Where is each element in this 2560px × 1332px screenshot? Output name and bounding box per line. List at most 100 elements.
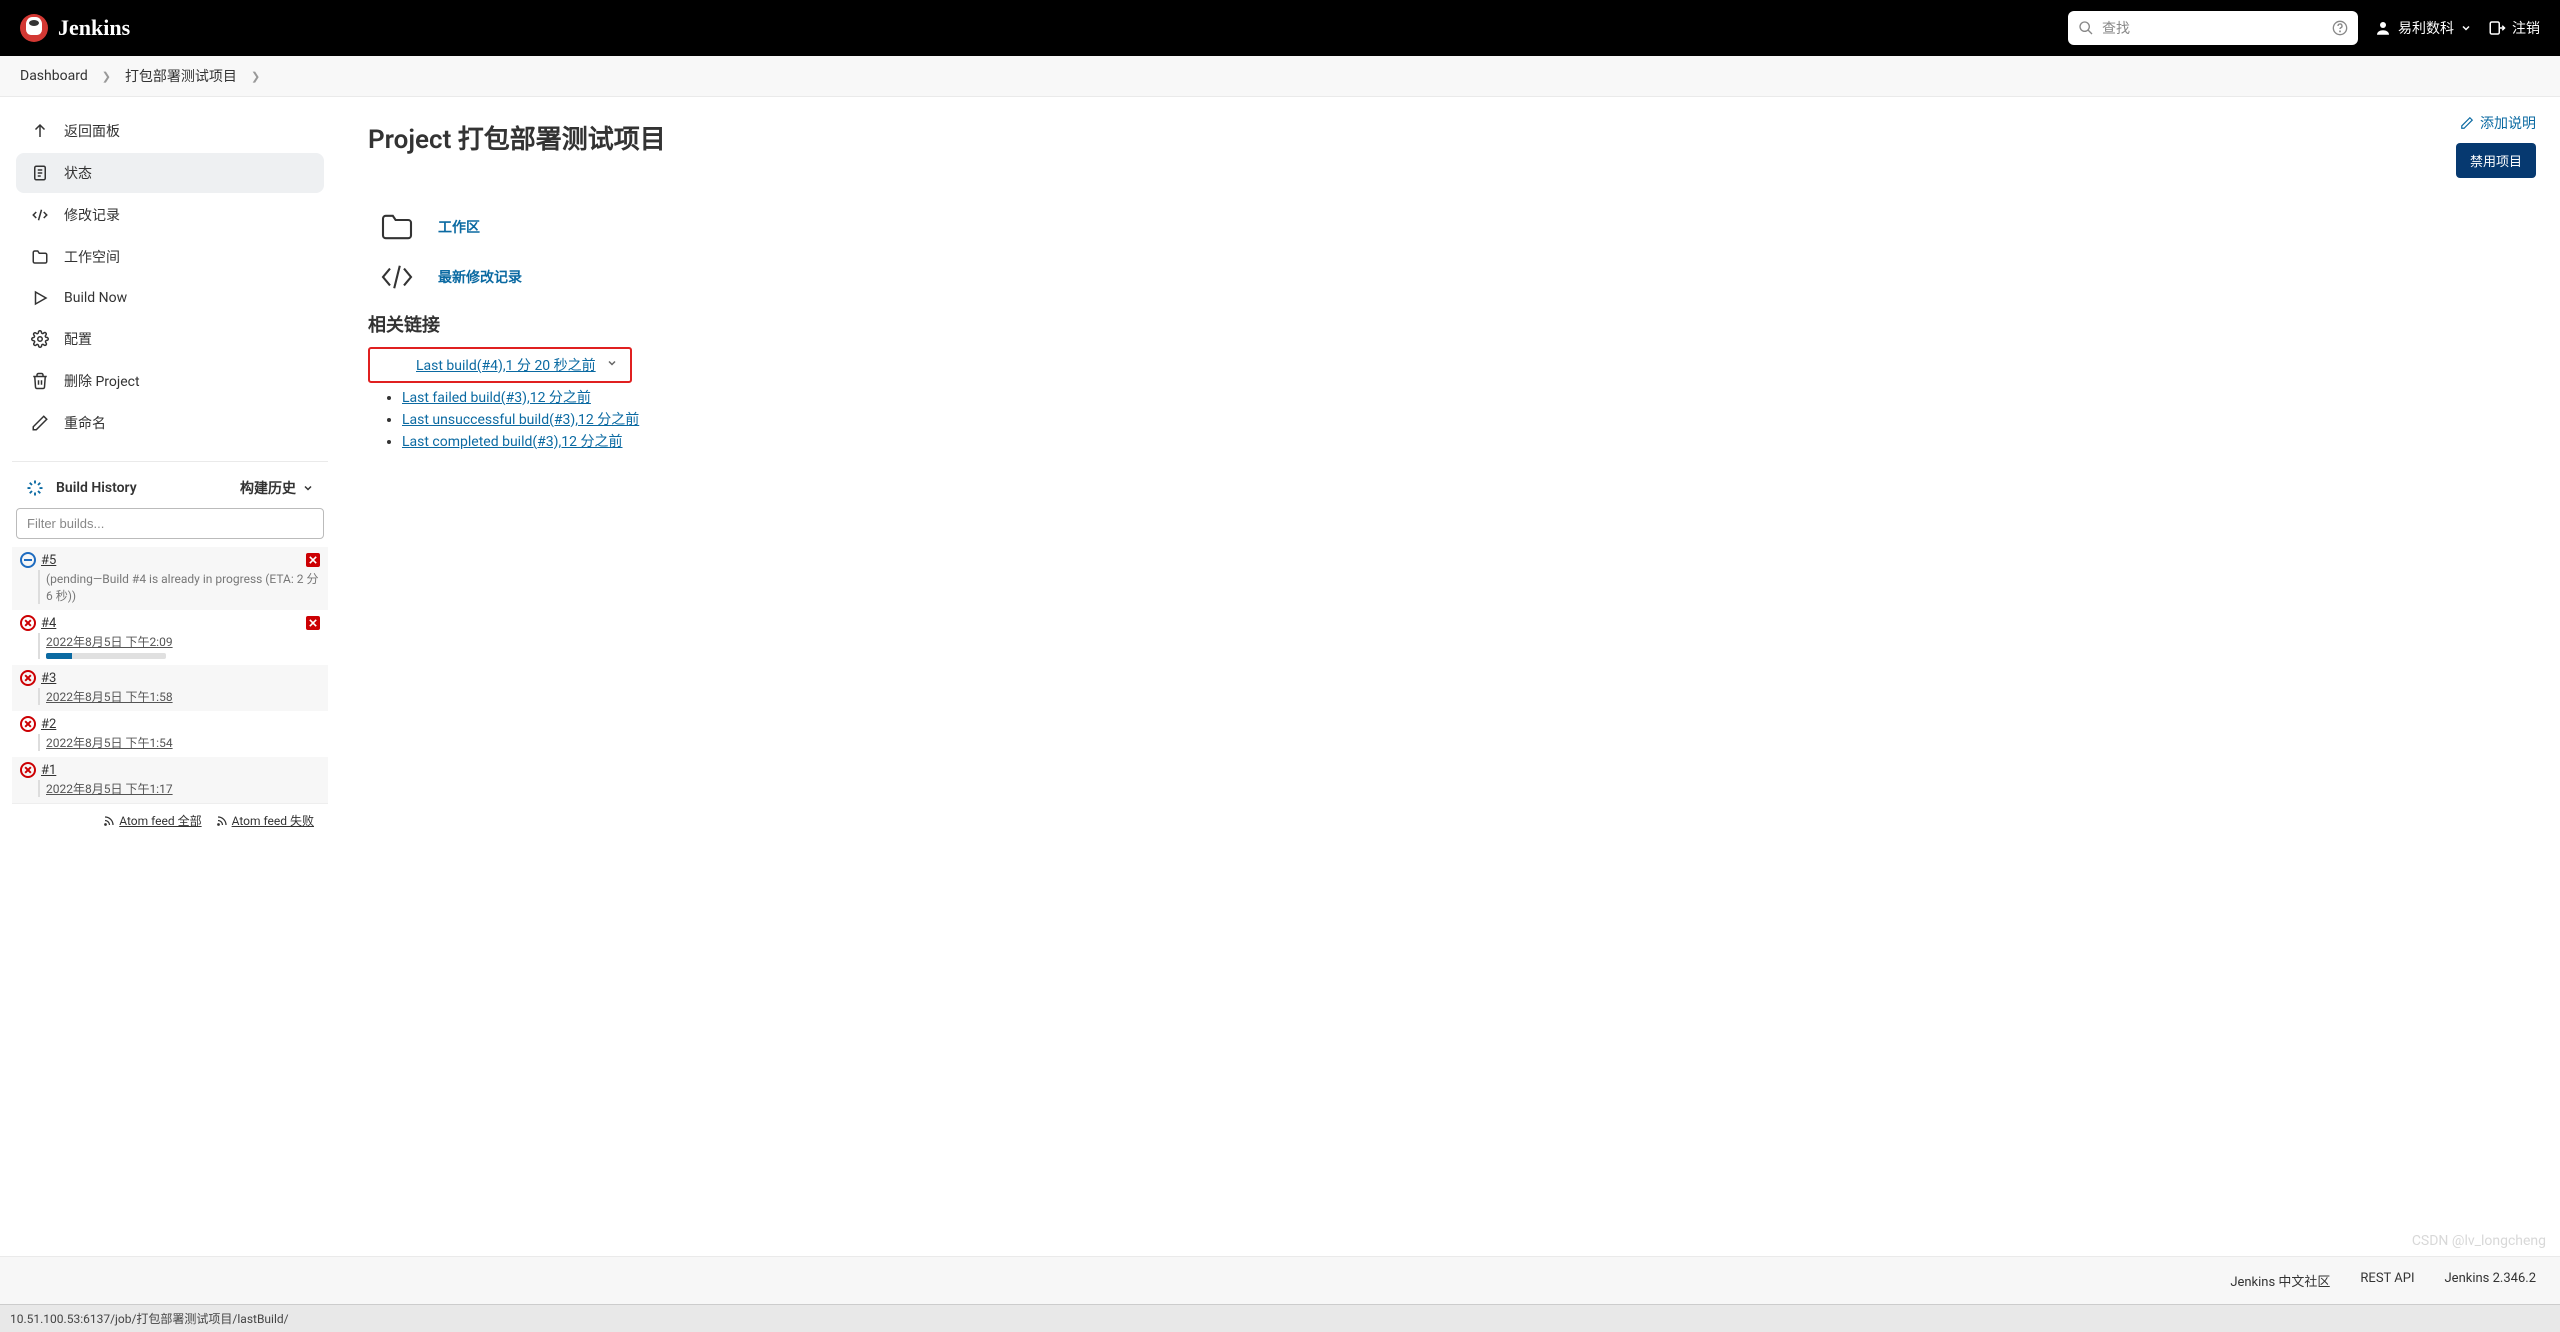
chevron-right-icon: ❯ [102, 70, 111, 83]
build-row-top: #2 [20, 716, 320, 732]
related-ul: Last completed build(#3),12 分之前 [368, 431, 2532, 451]
sidebar-item-delete[interactable]: 删除 Project [16, 361, 324, 401]
sidebar-item-back[interactable]: 返回面板 [16, 111, 324, 151]
history-toggle-label: 构建历史 [240, 478, 296, 498]
footer-community-link[interactable]: Jenkins 中文社区 [2230, 1271, 2330, 1290]
breadcrumb-dashboard[interactable]: Dashboard [20, 68, 88, 84]
highlighted-related-box: Last build(#4),1 分 20 秒之前 [368, 347, 632, 383]
build-number-link[interactable]: #3 [41, 671, 56, 686]
user-name-label: 易利数科 [2398, 18, 2454, 38]
folder-icon [30, 248, 50, 266]
top-header: Jenkins 易利数科 注销 [0, 0, 2560, 56]
build-sub: 2022年8月5日 下午1:54 [38, 734, 320, 751]
sidebar-item-configure[interactable]: 配置 [16, 319, 324, 359]
build-row: #5 (pending—Build #4 is already in progre… [12, 547, 328, 610]
sidebar-item-status[interactable]: 状态 [16, 153, 324, 193]
sidebar-item-build-now[interactable]: Build Now [16, 279, 324, 317]
related-link[interactable]: Last build(#4),1 分 20 秒之前 [416, 355, 596, 375]
play-icon [30, 289, 50, 307]
related-link[interactable]: Last failed build(#3),12 分之前 [402, 390, 591, 406]
top-actions: 添加说明 禁用项目 [2456, 113, 2536, 178]
sidebar-item-changes[interactable]: 修改记录 [16, 195, 324, 235]
build-row: #2 2022年8月5日 下午1:54 [12, 711, 328, 757]
add-description-link[interactable]: 添加说明 [2460, 113, 2536, 133]
build-sub: (pending—Build #4 is already in progress… [38, 570, 320, 604]
logout-button[interactable]: 注销 [2488, 18, 2540, 38]
pending-icon [20, 552, 36, 568]
cancel-build-button[interactable] [306, 616, 320, 630]
disable-project-button[interactable]: 禁用项目 [2456, 143, 2536, 178]
pencil-icon [30, 414, 50, 432]
chevron-down-icon[interactable] [606, 357, 618, 373]
build-history-section: Build History 构建历史 #5 (pending—Build #4 i… [12, 461, 328, 837]
atom-feed-all[interactable]: Atom feed 全部 [103, 812, 201, 829]
build-row-top: #1 [20, 762, 320, 778]
build-number-link[interactable]: #1 [41, 763, 56, 778]
search-icon [2078, 20, 2094, 36]
build-time-link[interactable]: 2022年8月5日 下午1:17 [46, 782, 173, 796]
help-icon[interactable] [2332, 20, 2348, 36]
logout-label: 注销 [2512, 18, 2540, 38]
related-ul: Last build(#4),1 分 20 秒之前 [382, 355, 618, 375]
build-sub: 2022年8月5日 下午2:09 [38, 633, 320, 659]
workspace-link-row[interactable]: 工作区 [378, 211, 2532, 243]
code-icon [30, 206, 50, 224]
changes-link[interactable]: 最新修改记录 [438, 267, 522, 287]
footer-rest-api-link[interactable]: REST API [2360, 1271, 2414, 1290]
filter-builds-input[interactable] [16, 508, 324, 539]
sidebar-item-rename[interactable]: 重命名 [16, 403, 324, 443]
sidebar-item-label: 状态 [64, 163, 92, 183]
history-title-group: Build History [26, 479, 137, 497]
header-right: 易利数科 注销 [2068, 11, 2540, 45]
brand-label[interactable]: Jenkins [58, 15, 130, 41]
build-time-link[interactable]: 2022年8月5日 下午1:58 [46, 690, 173, 704]
build-number-link[interactable]: #4 [41, 616, 56, 631]
arrow-up-icon [30, 122, 50, 140]
breadcrumb-project[interactable]: 打包部署测试项目 [125, 66, 237, 86]
related-item: Last failed build(#3),12 分之前 [402, 387, 2532, 407]
document-icon [30, 164, 50, 182]
search-box[interactable] [2068, 11, 2358, 45]
sidebar-item-label: 工作空间 [64, 247, 120, 267]
cancel-build-button[interactable] [306, 553, 320, 567]
history-toggle[interactable]: 构建历史 [240, 478, 314, 498]
project-links: 工作区 最新修改记录 [368, 211, 2532, 293]
build-sub: 2022年8月5日 下午1:58 [38, 688, 320, 705]
build-progress-bar [46, 653, 72, 659]
chevron-right-icon: ❯ [251, 70, 260, 83]
footer-version-label[interactable]: Jenkins 2.346.2 [2445, 1271, 2537, 1290]
build-number-link[interactable]: #5 [41, 553, 56, 568]
build-list: #5 (pending—Build #4 is already in progre… [12, 547, 328, 803]
atom-feed-fail[interactable]: Atom feed 失败 [216, 812, 314, 829]
changes-link-row[interactable]: 最新修改记录 [378, 261, 2532, 293]
related-link[interactable]: Last completed build(#3),12 分之前 [402, 434, 623, 450]
sidebar-item-label: 重命名 [64, 413, 106, 433]
build-sub: 2022年8月5日 下午1:17 [38, 780, 320, 797]
jenkins-logo-icon[interactable] [20, 14, 48, 42]
build-row-top: #4 [20, 615, 320, 631]
build-pending-text: (pending—Build #4 is already in progress… [46, 572, 319, 603]
related-link[interactable]: Last unsuccessful build(#3),12 分之前 [402, 412, 639, 428]
code-icon [378, 261, 416, 293]
user-menu[interactable]: 易利数科 [2374, 18, 2472, 38]
workspace-link[interactable]: 工作区 [438, 217, 480, 237]
sidebar-item-label: 配置 [64, 329, 92, 349]
sidebar: 返回面板 状态 修改记录 工作空间 Build Now 配置 [0, 97, 340, 1256]
sidebar-item-workspace[interactable]: 工作空间 [16, 237, 324, 277]
gear-icon [30, 330, 50, 348]
trash-icon [30, 372, 50, 390]
feed-fail-label: Atom feed 失败 [232, 812, 314, 829]
build-number-link[interactable]: #2 [41, 717, 56, 732]
history-header: Build History 构建历史 [12, 472, 328, 508]
related-ul: Last unsuccessful build(#3),12 分之前 [368, 409, 2532, 429]
build-progress [46, 653, 166, 659]
build-row-top: #3 [20, 670, 320, 686]
related-list: Last build(#4),1 分 20 秒之前 Last failed bui… [368, 347, 2532, 451]
logout-icon [2488, 19, 2506, 37]
build-time-link[interactable]: 2022年8月5日 下午1:54 [46, 736, 173, 750]
feed-row: Atom feed 全部 Atom feed 失败 [12, 803, 328, 837]
fail-icon [20, 762, 36, 778]
search-input[interactable] [2102, 20, 2332, 36]
sidebar-links: 返回面板 状态 修改记录 工作空间 Build Now 配置 [12, 111, 328, 453]
build-time-link[interactable]: 2022年8月5日 下午2:09 [46, 635, 173, 649]
